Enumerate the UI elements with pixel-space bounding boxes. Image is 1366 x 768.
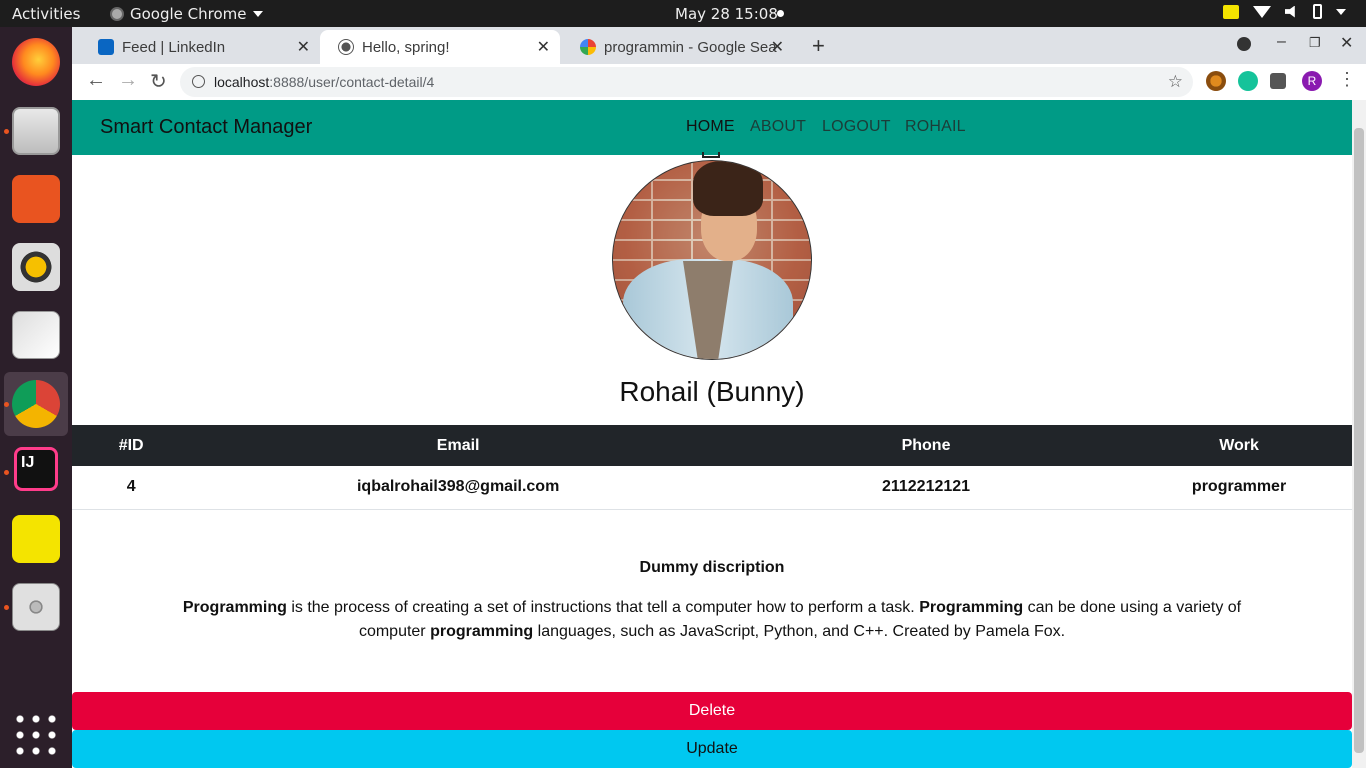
page-scrollbar[interactable] <box>1352 100 1366 768</box>
close-tab-icon[interactable]: ✕ <box>297 37 310 57</box>
running-indicator <box>4 470 9 475</box>
running-indicator <box>4 605 9 610</box>
running-indicator <box>4 402 9 407</box>
chrome-small-icon <box>110 7 124 21</box>
rhythmbox-icon[interactable] <box>12 243 60 291</box>
table-header-row: #ID Email Phone Work <box>72 425 1352 466</box>
browser-toolbar: ← → ↻ localhost:8888/user/contact-detail… <box>72 64 1366 100</box>
volume-icon <box>1285 5 1295 18</box>
site-navbar: Smart Contact Manager HOME ABOUT LOGOUT … <box>72 100 1352 155</box>
google-icon <box>580 39 596 55</box>
page-content: Smart Contact Manager HOME ABOUT LOGOUT … <box>72 100 1352 768</box>
column-header-phone: Phone <box>725 425 1127 466</box>
firefox-icon[interactable] <box>12 38 60 86</box>
profile-avatar[interactable]: R <box>1302 71 1322 91</box>
url-host: localhost <box>214 74 270 90</box>
back-icon[interactable]: ← <box>86 69 106 92</box>
system-tray[interactable] <box>1223 4 1346 19</box>
delete-button[interactable]: Delete <box>72 692 1352 730</box>
dock: IJ <box>0 27 72 768</box>
tab-search-icon[interactable] <box>1237 37 1251 51</box>
close-tab-icon[interactable]: ✕ <box>771 37 784 57</box>
grammarly-icon[interactable] <box>1238 71 1258 91</box>
broken-image-marker <box>702 152 720 158</box>
description-text: Programming is the process of creating a… <box>172 596 1252 644</box>
description-span: is the process of creating a set of inst… <box>286 599 920 616</box>
app-store-icon[interactable] <box>12 175 60 223</box>
caret-down-icon[interactable] <box>1336 8 1346 15</box>
description-bold: Programming <box>182 599 287 616</box>
column-header-email: Email <box>190 425 726 466</box>
clock[interactable]: May 28 15:08 <box>675 5 778 23</box>
tab-linkedin[interactable]: Feed | LinkedIn ✕ <box>80 30 320 64</box>
contact-work: programmer <box>1126 466 1352 510</box>
close-tab-icon[interactable]: ✕ <box>537 37 550 57</box>
table-row: 4 iqbalrohail398@gmail.com 2112212121 pr… <box>72 466 1352 510</box>
reload-icon[interactable]: ↻ <box>150 69 167 94</box>
nav-logout-link[interactable]: LOGOUT <box>822 118 891 136</box>
running-indicator <box>4 129 9 134</box>
notes-icon[interactable] <box>12 515 60 563</box>
tab-google-search[interactable]: programmin - Google Sea ✕ <box>562 30 794 64</box>
column-header-id: #ID <box>72 425 191 466</box>
app-menu[interactable]: Google Chrome <box>110 5 263 23</box>
nav-home-link[interactable]: HOME <box>686 118 735 136</box>
linkedin-icon <box>98 39 114 55</box>
nav-about-link[interactable]: ABOUT <box>750 118 806 136</box>
column-header-work: Work <box>1126 425 1352 466</box>
contact-profile-photo <box>612 160 812 360</box>
app-menu-label: Google Chrome <box>130 5 247 23</box>
extensions-puzzle-icon[interactable] <box>1270 73 1286 89</box>
description-bold: programming <box>430 623 534 640</box>
scrollbar-thumb[interactable] <box>1354 128 1364 753</box>
wifi-icon <box>1253 5 1271 18</box>
url-path: :8888/user/contact-detail/4 <box>269 74 435 90</box>
intellij-icon[interactable]: IJ <box>14 447 58 491</box>
nav-user-link[interactable]: ROHAIL <box>905 118 966 136</box>
close-window-icon[interactable]: ✕ <box>1340 33 1353 53</box>
contact-email: iqbalrohail398@gmail.com <box>190 466 726 510</box>
browser-window: Feed | LinkedIn ✕ Hello, spring! ✕ progr… <box>72 27 1366 100</box>
tab-title: programmin - Google Sea <box>604 38 777 56</box>
contact-name: Rohail (Bunny) <box>619 376 805 407</box>
notes-icon[interactable] <box>1223 4 1239 19</box>
bookmark-star-icon[interactable]: ☆ <box>1168 67 1183 97</box>
battery-icon <box>1313 4 1322 19</box>
description-span: languages, such as JavaScript, Python, a… <box>533 623 1066 640</box>
globe-icon <box>338 39 354 55</box>
caret-down-icon <box>252 11 263 17</box>
kebab-menu-icon[interactable]: ⋮ <box>1338 69 1356 90</box>
system-top-bar: Activities Google Chrome May 28 15:08 <box>0 0 1366 27</box>
contact-detail-table: #ID Email Phone Work 4 iqbalrohail398@gm… <box>72 425 1352 510</box>
brand-title[interactable]: Smart Contact Manager <box>100 116 312 139</box>
disc-icon[interactable] <box>12 583 60 631</box>
minimize-icon[interactable]: – <box>1277 33 1286 51</box>
contact-phone: 2112212121 <box>725 466 1127 510</box>
app-grid-icon[interactable] <box>12 711 60 759</box>
database-tool-icon[interactable] <box>12 311 60 359</box>
tab-hello-spring[interactable]: Hello, spring! ✕ <box>320 30 560 64</box>
restore-icon[interactable]: ❐ <box>1309 35 1321 51</box>
description-bold: Programming <box>919 599 1024 616</box>
address-bar[interactable]: localhost:8888/user/contact-detail/4 ☆ <box>180 67 1193 97</box>
activities-button[interactable]: Activities <box>12 5 80 23</box>
description-title: Dummy discription <box>639 559 785 576</box>
forward-icon[interactable]: → <box>118 69 138 92</box>
notification-dot-icon <box>777 10 784 17</box>
tab-title: Feed | LinkedIn <box>122 38 226 56</box>
update-button[interactable]: Update <box>72 730 1352 768</box>
cookie-extension-icon[interactable] <box>1206 71 1226 91</box>
tab-title: Hello, spring! <box>362 38 450 56</box>
new-tab-icon[interactable]: + <box>812 33 825 59</box>
chrome-icon[interactable] <box>12 380 60 428</box>
site-info-icon[interactable] <box>192 75 205 88</box>
files-icon[interactable] <box>12 107 60 155</box>
contact-id: 4 <box>72 466 191 510</box>
